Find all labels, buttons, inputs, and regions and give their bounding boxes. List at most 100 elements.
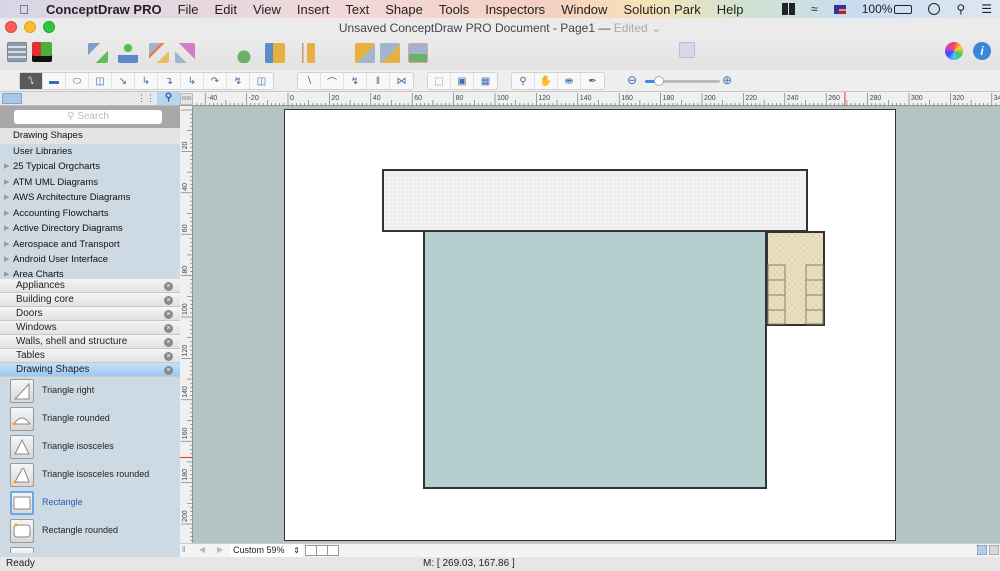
chain-connector-icon[interactable]: ↯ (227, 73, 250, 89)
wifi-icon[interactable]: ≈ (811, 2, 818, 16)
expand-triangle-icon[interactable]: ▶ (4, 237, 9, 253)
menu-shape[interactable]: Shape (377, 2, 431, 17)
zoom-slider-knob[interactable] (654, 76, 664, 86)
open-library-windows[interactable]: Windows × (0, 320, 180, 335)
expand-triangle-icon[interactable]: ▶ (4, 268, 9, 279)
grid-view-icon[interactable]: ⋮⋮ (137, 93, 155, 104)
corridor-shape[interactable] (382, 169, 808, 232)
drawing-canvas[interactable] (193, 106, 1000, 543)
view-mode-icon[interactable] (306, 546, 316, 555)
drawing-page[interactable] (284, 109, 896, 541)
connect-shapes-icon[interactable] (232, 43, 252, 63)
shape-partial[interactable] (0, 545, 180, 553)
crop-icon[interactable]: ▣ (451, 73, 474, 89)
view-mode-icon[interactable] (317, 546, 327, 555)
clock-icon[interactable] (928, 3, 941, 15)
close-library-icon[interactable]: × (164, 309, 173, 319)
info-icon[interactable]: i (973, 42, 991, 60)
library-item[interactable]: ▶ Aerospace and Transport (0, 237, 180, 253)
library-item[interactable]: ▶ Accounting Flowcharts (0, 206, 180, 222)
spline-tool-icon[interactable]: ⋈ (390, 73, 413, 89)
close-library-icon[interactable]: × (164, 323, 173, 333)
snapshot-icon[interactable] (679, 42, 695, 58)
menu-text[interactable]: Text (337, 2, 377, 17)
library-item[interactable]: ▶ Android User Interface (0, 252, 180, 268)
menu-view[interactable]: View (245, 2, 289, 17)
menu-inspectors[interactable]: Inspectors (477, 2, 553, 17)
hierarchy-layout-icon[interactable] (149, 43, 169, 63)
color-wheel-icon[interactable] (945, 42, 963, 60)
close-library-icon[interactable]: × (164, 351, 173, 361)
vertical-ruler[interactable]: 20 40 60 80 100 120 140 160 180 200 (180, 106, 193, 543)
horizontal-ruler[interactable]: mm -40 -20 0 20 40 60 80 100 120 140 160 180 200 220 2… (180, 92, 1000, 106)
building-core-shape[interactable] (766, 231, 825, 326)
send-to-back-icon[interactable] (380, 43, 400, 63)
library-view-icon[interactable] (7, 42, 27, 62)
open-library-appliances[interactable]: Appliances × (0, 278, 180, 293)
search-toggle-icon[interactable]: ⚲ (157, 92, 180, 105)
zoom-out-icon[interactable]: ⊖ (627, 73, 637, 87)
bezier-tool-icon[interactable]: ↯ (344, 73, 367, 89)
stepper-icon[interactable]: ⇕ (293, 544, 300, 557)
shape-triangle-right[interactable]: Triangle right (0, 377, 180, 405)
group-icon[interactable] (408, 43, 428, 63)
menu-tools[interactable]: Tools (431, 2, 477, 17)
align-icon[interactable] (265, 43, 285, 63)
shape-triangle-isosceles[interactable]: Triangle isosceles (0, 433, 180, 461)
apple-icon[interactable]:  (16, 2, 32, 17)
library-item[interactable]: ▶ 25 Typical Orgcharts (0, 159, 180, 175)
text-box-tool-icon[interactable]: ◫ (89, 73, 112, 89)
menu-edit[interactable]: Edit (207, 2, 245, 17)
close-library-icon[interactable]: × (164, 295, 173, 305)
bring-to-front-icon[interactable] (355, 43, 375, 63)
color-theme-icon[interactable] (32, 42, 52, 62)
previous-page-button[interactable]: ◀ (199, 545, 205, 554)
smart-connector-icon[interactable]: ↴ (158, 73, 181, 89)
flow-layout-icon[interactable] (175, 43, 195, 63)
library-item[interactable]: ▶ Area Charts (0, 268, 180, 279)
room-shape[interactable] (423, 230, 767, 489)
fit-page-icon[interactable] (977, 545, 987, 555)
expand-triangle-icon[interactable]: ▶ (4, 206, 9, 222)
lasso-icon[interactable]: ⬚ (428, 73, 451, 89)
polyline-tool-icon[interactable]: ‖ (367, 73, 390, 89)
spotlight-search-icon[interactable]: ⚲ (956, 2, 965, 16)
curve-connector-icon[interactable]: ↷ (204, 73, 227, 89)
flag-icon[interactable] (833, 4, 846, 14)
library-search-input[interactable]: ⚲ Search (14, 110, 162, 124)
battery-text[interactable]: 100% (862, 2, 893, 16)
menu-window[interactable]: Window (553, 2, 615, 17)
library-tree-icon[interactable] (2, 93, 22, 104)
battery-icon[interactable] (894, 4, 913, 14)
close-library-icon[interactable]: × (164, 281, 173, 291)
insert-shape-icon[interactable]: ◫ (250, 73, 273, 89)
menu-insert[interactable]: Insert (289, 2, 338, 17)
stamp-tool-icon[interactable]: ⛂ (558, 73, 581, 89)
open-library-walls[interactable]: Walls, shell and structure × (0, 334, 180, 349)
arc-connector-icon[interactable]: ↳ (135, 73, 158, 89)
round-connector-icon[interactable]: ↳ (181, 73, 204, 89)
open-library-doors[interactable]: Doors × (0, 306, 180, 321)
menu-solution-park[interactable]: Solution Park (615, 2, 708, 17)
open-library-tables[interactable]: Tables × (0, 348, 180, 363)
edited-indicator[interactable]: Edited (614, 21, 648, 35)
app-switcher-icon[interactable] (782, 3, 796, 15)
shape-rectangle[interactable]: Rectangle (0, 489, 180, 517)
menu-help[interactable]: Help (709, 2, 752, 17)
actual-size-icon[interactable] (989, 545, 999, 555)
rectangle-tool-icon[interactable]: ▬ (43, 73, 66, 89)
menu-app-name[interactable]: ConceptDraw PRO (42, 2, 170, 17)
view-mode-icon[interactable] (328, 546, 338, 555)
expand-triangle-icon[interactable]: ▶ (4, 159, 9, 175)
eyedropper-icon[interactable]: ✒ (581, 73, 604, 89)
direct-connector-icon[interactable]: ↘ (112, 73, 135, 89)
library-item[interactable]: ▶ ATM UML Diagrams (0, 175, 180, 191)
open-library-building-core[interactable]: Building core × (0, 292, 180, 307)
zoom-select[interactable]: Custom 59% ⇕ (230, 544, 303, 557)
page-view-buttons[interactable] (305, 545, 339, 556)
library-user-libraries[interactable]: User Libraries (0, 144, 180, 160)
ellipse-tool-icon[interactable]: ⬭ (66, 73, 89, 89)
split-handle-icon[interactable]: ‖ (182, 545, 185, 554)
menu-file[interactable]: File (170, 2, 207, 17)
zoom-in-icon[interactable]: ⊕ (722, 73, 732, 87)
